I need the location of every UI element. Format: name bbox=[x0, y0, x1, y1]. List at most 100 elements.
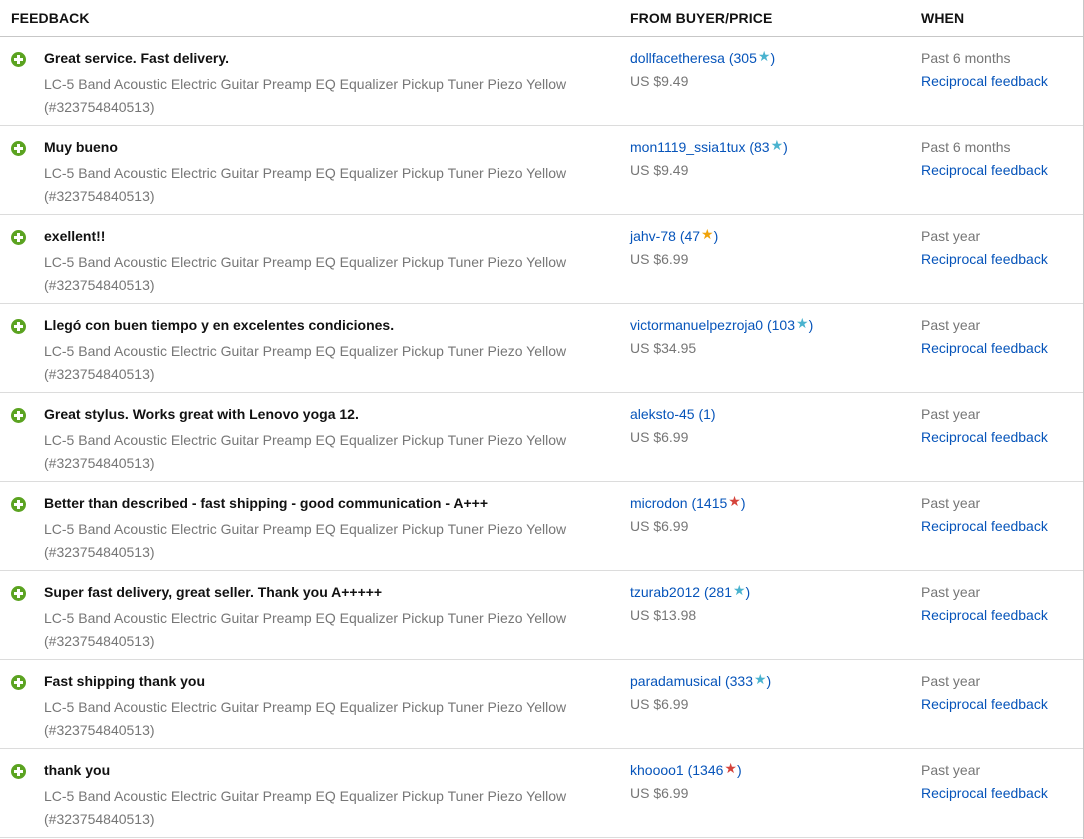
feedback-star-icon: ★ bbox=[753, 671, 767, 687]
feedback-comment: Better than described - fast shipping - … bbox=[44, 495, 489, 511]
table-row: Great stylus. Works great with Lenovo yo… bbox=[0, 393, 1084, 482]
reciprocal-feedback-link[interactable]: Reciprocal feedback bbox=[921, 251, 1048, 267]
feedback-star-icon: ★ bbox=[728, 493, 741, 509]
table-row: exellent!! LC-5 Band Acoustic Electric G… bbox=[0, 215, 1084, 304]
feedback-comment: Fast shipping thank you bbox=[44, 673, 206, 689]
feedback-comment: Super fast delivery, great seller. Thank… bbox=[44, 584, 383, 600]
feedback-comment: thank you bbox=[44, 762, 111, 778]
when-text: Past year bbox=[921, 673, 981, 689]
buyer-info: mon1119_ssia1tux (83★) bbox=[630, 137, 788, 156]
feedback-star-icon: ★ bbox=[724, 760, 737, 776]
buyer-name-link[interactable]: tzurab2012 bbox=[630, 584, 700, 600]
reciprocal-feedback-link[interactable]: Reciprocal feedback bbox=[921, 429, 1048, 445]
buyer-score-close: ) bbox=[740, 495, 746, 511]
positive-feedback-icon bbox=[11, 319, 26, 334]
price: US $9.49 bbox=[630, 73, 689, 89]
table-row: Super fast delivery, great seller. Thank… bbox=[0, 571, 1084, 660]
feedback-star-icon: ★ bbox=[701, 226, 714, 242]
reciprocal-feedback-link[interactable]: Reciprocal feedback bbox=[921, 340, 1048, 356]
when-text: Past year bbox=[921, 762, 981, 778]
buyer-name-link[interactable]: microdon bbox=[630, 495, 688, 511]
buyer-name-link[interactable]: paradamusical bbox=[630, 673, 721, 689]
buyer-info: tzurab2012 (281★) bbox=[630, 582, 751, 601]
reciprocal-feedback-link[interactable]: Reciprocal feedback bbox=[921, 73, 1048, 89]
table-row: thank you LC-5 Band Acoustic Electric Gu… bbox=[0, 749, 1084, 838]
positive-feedback-icon bbox=[11, 52, 26, 67]
column-header-from-buyer-price: FROM BUYER/PRICE bbox=[630, 10, 773, 26]
price: US $6.99 bbox=[630, 518, 689, 534]
buyer-name-link[interactable]: khoooo1 bbox=[630, 762, 684, 778]
buyer-score-close: ) bbox=[783, 139, 788, 155]
buyer-score[interactable]: (1346 bbox=[688, 762, 724, 778]
buyer-name-link[interactable]: aleksto-45 bbox=[630, 406, 695, 422]
feedback-comment: Llegó con buen tiempo y en excelentes co… bbox=[44, 317, 395, 333]
feedback-comment: exellent!! bbox=[44, 228, 106, 244]
price: US $6.99 bbox=[630, 696, 689, 712]
when-text: Past year bbox=[921, 406, 981, 422]
positive-feedback-icon bbox=[11, 675, 26, 690]
buyer-score[interactable]: (333 bbox=[725, 673, 753, 689]
table-row: Muy bueno LC-5 Band Acoustic Electric Gu… bbox=[0, 126, 1084, 215]
column-header-when: WHEN bbox=[921, 10, 965, 26]
when-text: Past year bbox=[921, 495, 981, 511]
buyer-info: jahv-78 (47★) bbox=[630, 226, 719, 245]
table-row: Better than described - fast shipping - … bbox=[0, 482, 1084, 571]
when-text: Past 6 months bbox=[921, 139, 1011, 155]
when-text: Past year bbox=[921, 584, 981, 600]
price: US $34.95 bbox=[630, 340, 697, 356]
buyer-info: microdon (1415★) bbox=[630, 493, 746, 512]
buyer-score[interactable]: (1415 bbox=[691, 495, 727, 511]
reciprocal-feedback-link[interactable]: Reciprocal feedback bbox=[921, 785, 1048, 801]
positive-feedback-icon bbox=[11, 408, 26, 423]
buyer-score[interactable]: (281 bbox=[704, 584, 732, 600]
item-title: LC-5 Band Acoustic Electric Guitar Pream… bbox=[44, 521, 567, 560]
buyer-info: khoooo1 (1346★) bbox=[630, 760, 742, 779]
feedback-comment: Great service. Fast delivery. bbox=[44, 50, 229, 66]
table-row: Great service. Fast delivery. LC-5 Band … bbox=[0, 37, 1084, 126]
table-header: FEEDBACK FROM BUYER/PRICE WHEN bbox=[0, 0, 1084, 37]
buyer-name-link[interactable]: victormanuelpezroja0 bbox=[630, 317, 763, 333]
table-row: Fast shipping thank you LC-5 Band Acoust… bbox=[0, 660, 1084, 749]
reciprocal-feedback-link[interactable]: Reciprocal feedback bbox=[921, 607, 1048, 623]
table-row: Llegó con buen tiempo y en excelentes co… bbox=[0, 304, 1084, 393]
buyer-info: paradamusical (333★) bbox=[630, 671, 771, 690]
price: US $9.49 bbox=[630, 162, 689, 178]
positive-feedback-icon bbox=[11, 586, 26, 601]
when-text: Past year bbox=[921, 317, 981, 333]
positive-feedback-icon bbox=[11, 497, 26, 512]
buyer-score[interactable]: (47 bbox=[680, 228, 700, 244]
item-title: LC-5 Band Acoustic Electric Guitar Pream… bbox=[44, 610, 567, 649]
buyer-score-close: ) bbox=[745, 584, 751, 600]
buyer-info: dollfacetheresa (305★) bbox=[630, 48, 776, 67]
buyer-score[interactable]: (305 bbox=[729, 50, 757, 66]
buyer-score[interactable]: (1) bbox=[698, 406, 715, 422]
feedback-rows: Great service. Fast delivery. LC-5 Band … bbox=[0, 37, 1084, 838]
price: US $6.99 bbox=[630, 429, 689, 445]
item-title: LC-5 Band Acoustic Electric Guitar Pream… bbox=[44, 343, 567, 382]
when-text: Past year bbox=[921, 228, 981, 244]
buyer-score-close: ) bbox=[770, 50, 776, 66]
positive-feedback-icon bbox=[11, 764, 26, 779]
reciprocal-feedback-link[interactable]: Reciprocal feedback bbox=[921, 518, 1048, 534]
positive-feedback-icon bbox=[11, 230, 26, 245]
price: US $6.99 bbox=[630, 785, 689, 801]
feedback-star-icon: ★ bbox=[732, 582, 746, 598]
buyer-score[interactable]: (103 bbox=[767, 317, 795, 333]
item-title: LC-5 Band Acoustic Electric Guitar Pream… bbox=[44, 699, 567, 738]
buyer-score-close: ) bbox=[736, 762, 742, 778]
item-title: LC-5 Band Acoustic Electric Guitar Pream… bbox=[44, 432, 567, 471]
buyer-score[interactable]: (83 bbox=[749, 139, 769, 155]
feedback-star-icon: ★ bbox=[757, 48, 771, 64]
reciprocal-feedback-link[interactable]: Reciprocal feedback bbox=[921, 162, 1048, 178]
reciprocal-feedback-link[interactable]: Reciprocal feedback bbox=[921, 696, 1048, 712]
feedback-comment: Muy bueno bbox=[44, 139, 118, 155]
feedback-star-icon: ★ bbox=[770, 137, 784, 153]
buyer-score-close: ) bbox=[808, 317, 814, 333]
when-text: Past 6 months bbox=[921, 50, 1011, 66]
column-header-feedback: FEEDBACK bbox=[11, 10, 90, 26]
buyer-name-link[interactable]: dollfacetheresa bbox=[630, 50, 725, 66]
buyer-name-link[interactable]: jahv-78 bbox=[630, 228, 676, 244]
item-title: LC-5 Band Acoustic Electric Guitar Pream… bbox=[44, 254, 567, 293]
buyer-name-link[interactable]: mon1119_ssia1tux bbox=[630, 139, 745, 155]
buyer-score-close: ) bbox=[713, 228, 719, 244]
